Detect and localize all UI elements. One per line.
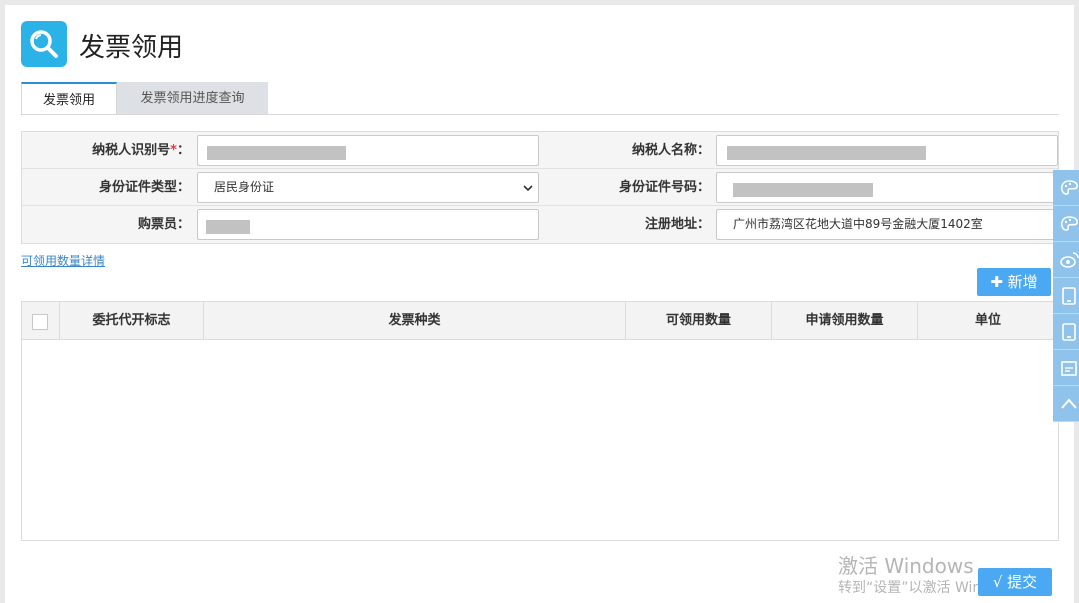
column-header: 可领用数量 bbox=[626, 302, 772, 340]
required-mark: * bbox=[170, 143, 177, 158]
taxpayer-id-label-text: 纳税人识别号 bbox=[92, 143, 171, 158]
taxpayer-name-label: 纳税人名称： bbox=[631, 143, 710, 158]
invoice-table: 委托代开标志 发票种类 可领用数量 申请领用数量 单位 bbox=[21, 301, 1059, 541]
table-header: 委托代开标志 发票种类 可领用数量 申请领用数量 单位 bbox=[22, 302, 1058, 340]
id-number-label: 身份证件号码： bbox=[618, 180, 710, 195]
palette-icon[interactable] bbox=[1053, 206, 1079, 242]
page: 发票领用 发票领用 发票领用进度查询 纳税人识别号*： 纳税人名称： 身份证件类… bbox=[5, 5, 1074, 603]
activation-watermark-title: 激活 Windows bbox=[838, 554, 974, 578]
taxpayer-form: 纳税人识别号*： 纳税人名称： 身份证件类型： 居民身份证 身份证件号码： 购票… bbox=[21, 131, 1059, 244]
id-type-label: 身份证件类型： bbox=[98, 180, 190, 195]
id-number-field[interactable] bbox=[716, 172, 1058, 203]
edit-icon[interactable] bbox=[1053, 350, 1079, 386]
submit-button[interactable]: √ 提交 bbox=[978, 568, 1052, 596]
buyer-field[interactable] bbox=[197, 209, 539, 240]
redacted-value bbox=[206, 220, 250, 234]
column-header: 发票种类 bbox=[204, 302, 626, 340]
chevron-up-icon[interactable] bbox=[1053, 386, 1079, 422]
address-field[interactable]: 广州市荔湾区花地大道中89号金融大厦1402室 bbox=[716, 209, 1058, 240]
palette-icon[interactable] bbox=[1053, 170, 1079, 206]
address-value: 广州市荔湾区花地大道中89号金融大厦1402室 bbox=[733, 217, 983, 231]
buyer-label: 购票员： bbox=[137, 217, 190, 232]
add-button[interactable]: ✚ 新增 bbox=[977, 268, 1051, 296]
available-quantity-link[interactable]: 可领用数量详情 bbox=[21, 252, 105, 269]
redacted-value bbox=[727, 146, 926, 160]
page-title: 发票领用 bbox=[79, 33, 184, 63]
form-row: 身份证件类型： 居民身份证 身份证件号码： bbox=[22, 169, 1058, 206]
taxpayer-id-field[interactable] bbox=[197, 135, 539, 166]
form-row: 购票员： 注册地址： 广州市荔湾区花地大道中89号金融大厦1402室 bbox=[22, 206, 1058, 243]
form-row: 纳税人识别号*： 纳税人名称： bbox=[22, 132, 1058, 169]
label-colon: ： bbox=[176, 143, 190, 158]
chevron-down-icon bbox=[523, 185, 533, 192]
tab-invoice-receive[interactable]: 发票领用 bbox=[21, 82, 117, 115]
tablet-icon[interactable] bbox=[1053, 278, 1079, 314]
address-label: 注册地址： bbox=[644, 217, 710, 232]
column-header: 申请领用数量 bbox=[772, 302, 918, 340]
column-header: 单位 bbox=[974, 313, 1001, 328]
tab-divider bbox=[21, 114, 1059, 115]
weibo-icon[interactable] bbox=[1053, 242, 1079, 278]
select-all-checkbox[interactable] bbox=[32, 314, 48, 330]
taxpayer-name-field[interactable] bbox=[716, 135, 1058, 166]
tab-progress-query[interactable]: 发票领用进度查询 bbox=[117, 82, 268, 115]
id-type-select[interactable]: 居民身份证 bbox=[197, 172, 539, 203]
tablet-icon[interactable] bbox=[1053, 314, 1079, 350]
taxpayer-id-label: 纳税人识别号*： bbox=[22, 132, 190, 169]
redacted-value bbox=[207, 146, 346, 160]
search-icon bbox=[21, 21, 67, 67]
id-type-value: 居民身份证 bbox=[214, 180, 275, 194]
select-all-cell bbox=[22, 302, 60, 340]
redacted-value bbox=[733, 183, 873, 197]
column-header: 委托代开标志 bbox=[60, 302, 204, 340]
